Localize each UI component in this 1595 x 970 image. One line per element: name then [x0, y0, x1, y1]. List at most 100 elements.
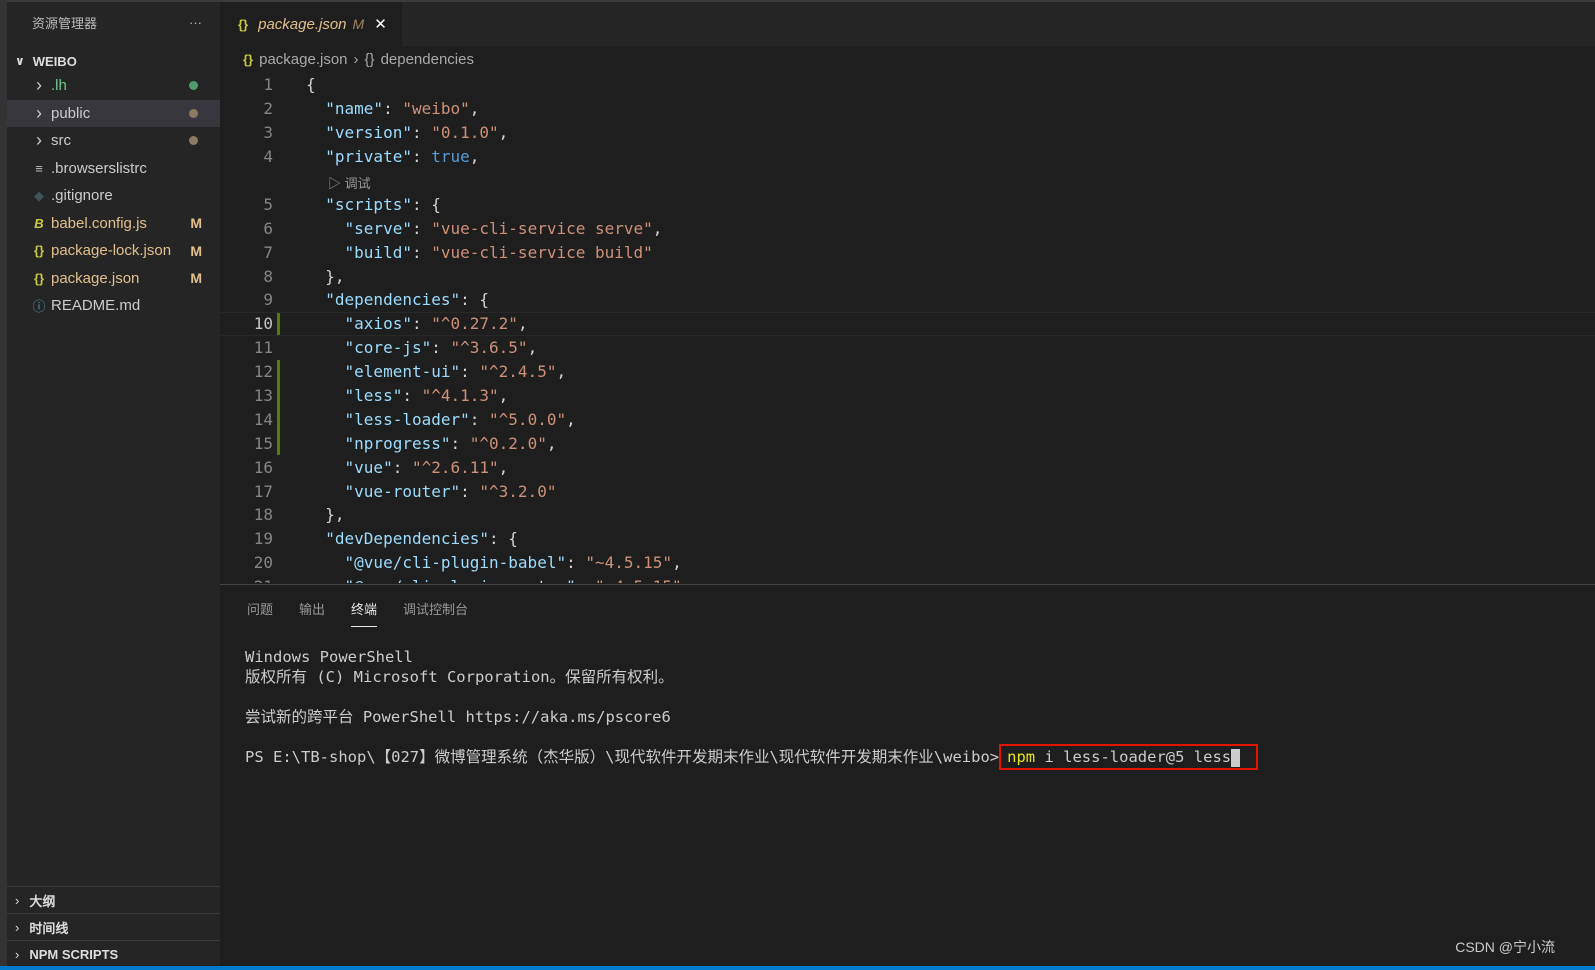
chevron-right-icon: › — [15, 919, 20, 935]
code-token: "^0.2.0" — [469, 433, 547, 453]
panel-tab[interactable]: 输出 — [299, 599, 325, 627]
code-line: 21 "@vue/cli-plugin-router": "~4.5.15", — [220, 575, 1595, 583]
tree-item-label: package-lock.json — [51, 242, 172, 260]
codelens-debug[interactable]: ▷ 调试 — [220, 169, 1595, 193]
panel-tab[interactable]: 调试控制台 — [403, 599, 468, 627]
code-text: "@vue/cli-plugin-router": "~4.5.15", — [306, 577, 692, 583]
code-token: , — [546, 433, 557, 453]
code-text: "less-loader": "^5.0.0", — [306, 410, 576, 429]
code-token: "^3.2.0" — [479, 481, 557, 501]
line-number: 18 — [253, 505, 273, 525]
babel-icon: B — [34, 215, 44, 231]
code-token: , — [517, 314, 528, 334]
line-number: 19 — [253, 529, 273, 549]
code-token: "^2.6.11" — [411, 457, 499, 477]
line-number: 16 — [253, 457, 273, 477]
code-token: : — [576, 577, 595, 583]
code-line: 15 "nprogress": "^0.2.0", — [220, 431, 1595, 456]
section-npm-scripts[interactable]: › NPM SCRIPTS — [7, 940, 220, 967]
breadcrumb-file[interactable]: package.json — [259, 51, 347, 68]
tree-item[interactable]: {} package-lock.json M — [7, 237, 220, 265]
codelens-text: 调试 — [344, 175, 371, 191]
modified-badge: M — [190, 242, 202, 259]
panel-tab[interactable]: 终端 — [351, 599, 378, 627]
code-text: "@vue/cli-plugin-babel": "~4.5.15", — [306, 553, 682, 572]
section-outline[interactable]: › 大纲 — [7, 886, 220, 913]
code-line: 18 }, — [220, 503, 1595, 527]
project-name: WEIBO — [32, 53, 77, 69]
code-token: , — [469, 99, 480, 119]
tree-item[interactable]: Bbabel.config.js M — [7, 210, 220, 238]
tree-item[interactable]: {} package.json M — [7, 265, 220, 293]
code-token: : — [566, 553, 586, 573]
code-token: true — [431, 147, 470, 167]
code-token: , — [566, 409, 576, 429]
code-text: "core-js": "^3.6.5", — [306, 338, 538, 358]
section-label: 大纲 — [29, 893, 56, 909]
code-token: , — [498, 457, 509, 477]
code-token: : — [460, 362, 480, 382]
close-icon[interactable]: ✕ — [374, 15, 387, 33]
tree-item-label: .browserslistrc — [51, 159, 147, 177]
tab-package-json[interactable]: {} package.json M ✕ — [220, 2, 402, 46]
line-number: 13 — [253, 386, 273, 406]
panel-tabs: 问题 输出 终端 调试控制台 — [247, 599, 468, 627]
code-token: "^3.6.5" — [450, 338, 528, 358]
section-label: 时间线 — [29, 920, 69, 936]
code-line: 14 "less-loader": "^5.0.0", — [220, 407, 1595, 432]
line-number: 20 — [253, 553, 273, 573]
code-token: : { — [411, 194, 441, 214]
terminal-line: Windows PowerShell — [245, 648, 413, 666]
file-tree: › .lh › public › src ≡ .browserslistrc ◆ .gitigno… — [7, 72, 220, 320]
code-line: 10 "axios": "^0.27.2", — [220, 311, 1595, 336]
code-token: , — [498, 386, 509, 406]
code-token: "~4.5.15" — [595, 577, 682, 583]
chevron-right-icon: › — [36, 102, 42, 123]
modified-badge: M — [352, 16, 365, 32]
code-token: , — [556, 362, 567, 382]
code-text: "private": true, — [306, 147, 479, 166]
tree-item[interactable]: ≡ .browserslistrc — [7, 155, 220, 183]
chevron-down-icon: ∨ — [15, 54, 25, 68]
terminal-cursor — [1231, 748, 1241, 767]
code-token: , — [652, 218, 663, 238]
line-number: 4 — [263, 147, 273, 167]
git-status-dot — [189, 81, 198, 91]
code-text: "scripts": { — [306, 195, 441, 214]
chevron-right-icon: › — [36, 75, 42, 96]
code-token: "0.1.0" — [431, 123, 499, 143]
code-text: "dependencies": { — [306, 290, 489, 309]
more-actions-button[interactable]: ··· — [189, 15, 202, 30]
code-token: }, — [306, 266, 345, 286]
tree-item[interactable]: ◆ .gitignore — [7, 182, 220, 210]
code-line: 4 "private": true, — [220, 145, 1595, 169]
terminal[interactable]: Windows PowerShell 版权所有 (C) Microsoft Cor… — [245, 647, 1259, 770]
tree-item[interactable]: › .lh — [7, 72, 220, 100]
tree-item[interactable]: ⓘ README.md — [7, 292, 220, 320]
json-icon: {} — [33, 270, 45, 286]
section-timeline[interactable]: › 时间线 — [7, 913, 220, 940]
code-text: "name": "weibo", — [306, 99, 479, 118]
code-text: { — [306, 75, 316, 94]
panel-tab[interactable]: 问题 — [247, 599, 273, 627]
code-token: "private" — [325, 147, 412, 167]
tree-item[interactable]: › public — [7, 99, 220, 127]
code-token: : — [411, 123, 432, 143]
tree-item[interactable]: › src — [7, 127, 220, 155]
line-number: 8 — [263, 266, 273, 286]
code-token: : — [411, 147, 432, 167]
breadcrumb-node[interactable]: dependencies — [381, 51, 474, 68]
code-editor[interactable]: 1{2 "name": "weibo", 3 "version": "0.1.0"… — [220, 73, 1595, 583]
chevron-right-icon: › — [353, 50, 359, 68]
chevron-right-icon: › — [15, 892, 20, 908]
project-root[interactable]: ∨ WEIBO — [7, 50, 220, 72]
code-token: , — [527, 338, 538, 358]
status-bar — [0, 966, 1595, 970]
